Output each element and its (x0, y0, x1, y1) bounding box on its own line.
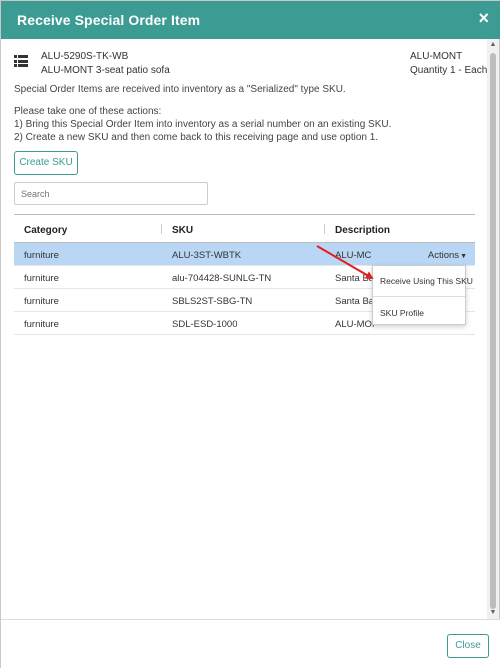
description-cell: ALU-MC (335, 250, 372, 261)
column-header-description[interactable]: Description (335, 225, 390, 236)
column-header-category[interactable]: Category (24, 225, 67, 236)
list-icon (14, 55, 28, 67)
receive-using-this-sku-item[interactable]: Receive Using This SKU (380, 276, 473, 286)
modal-footer: Close (1, 619, 500, 669)
instruction-option-1: 1) Bring this Special Order Item into in… (14, 119, 392, 130)
instructions-heading: Please take one of these actions: (14, 106, 162, 117)
scroll-down-icon[interactable]: ▼ (487, 607, 499, 619)
instructions: Please take one of these actions: 1) Bri… (14, 105, 391, 144)
serialized-note: Special Order Items are received into in… (14, 84, 346, 95)
actions-label: Actions (427, 250, 460, 261)
sku-cell: SBLS2ST-SBG-TN (172, 296, 253, 307)
description-cell: ALU-MON (335, 319, 375, 330)
table-header: Category SKU Description (14, 215, 475, 243)
close-button[interactable]: Close (447, 634, 489, 658)
description-cell: Santa Ba (335, 273, 375, 284)
modal-header: Receive Special Order Item × (1, 1, 500, 39)
sku-profile-item[interactable]: SKU Profile (380, 308, 424, 318)
vertical-scrollbar[interactable]: ▲ ▼ (487, 39, 499, 619)
search-input[interactable] (14, 182, 208, 205)
create-sku-button[interactable]: Create SKU (14, 151, 78, 175)
scroll-up-icon[interactable]: ▲ (487, 39, 499, 51)
caret-down-icon: ▼ (460, 253, 467, 260)
category-cell: furniture (24, 250, 59, 261)
receive-special-order-modal: Receive Special Order Item × ALU-5290S-T… (0, 0, 500, 669)
column-divider (161, 224, 162, 234)
sku-cell: SDL-ESD-1000 (172, 319, 238, 330)
table-row[interactable]: furniture ALU-3ST-WBTK ALU-MC Actions▼ (14, 243, 475, 266)
modal-body: ALU-5290S-TK-WB ALU-MONT 3-seat patio so… (1, 39, 489, 619)
actions-button[interactable]: Actions▼ (428, 250, 467, 261)
category-cell: furniture (24, 273, 59, 284)
sku-cell: ALU-3ST-WBTK (172, 250, 242, 261)
column-header-sku[interactable]: SKU (172, 225, 193, 236)
modal-title: Receive Special Order Item (17, 12, 201, 28)
sku-cell: alu-704428-SUNLG-TN (172, 273, 272, 284)
item-quantity: Quantity 1 - Each (410, 65, 488, 76)
instruction-option-2: 2) Create a new SKU and then come back t… (14, 132, 379, 143)
actions-dropdown-menu: Receive Using This SKU SKU Profile (372, 265, 473, 325)
category-cell: furniture (24, 296, 59, 307)
item-vendor: ALU-MONT (410, 51, 463, 62)
item-description: ALU-MONT 3-seat patio sofa (41, 65, 170, 76)
close-icon[interactable]: × (478, 9, 489, 27)
description-cell: Santa Bar (335, 296, 375, 307)
column-divider (324, 224, 325, 234)
item-sku: ALU-5290S-TK-WB (41, 51, 129, 62)
scrollbar-thumb[interactable] (490, 53, 496, 609)
menu-divider (373, 296, 465, 297)
category-cell: furniture (24, 319, 59, 330)
